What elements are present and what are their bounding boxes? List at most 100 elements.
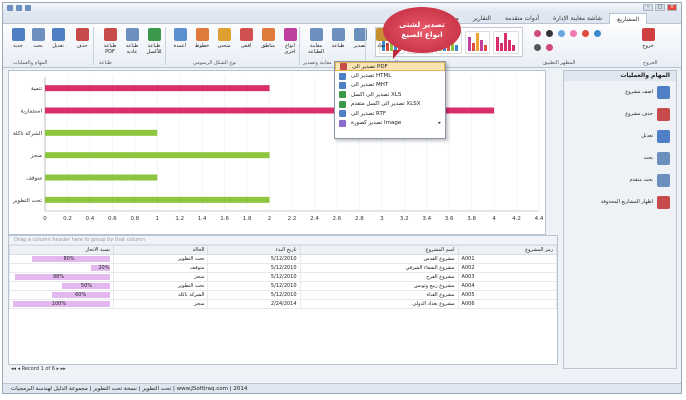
tab-1[interactable]: التقارير: [466, 13, 498, 24]
progress-value: 80%: [63, 256, 75, 262]
ribbon-button-icon: [261, 28, 275, 41]
save-icon[interactable]: [16, 5, 22, 11]
category-label: استثمارية: [21, 109, 43, 115]
task-item-3[interactable]: بحث: [564, 147, 676, 169]
export-menu-label: تصدير الى MHT: [351, 82, 389, 89]
progress-bar: 100%: [13, 301, 110, 307]
ribbon-button-12[interactable]: انواع اخرى: [279, 28, 301, 55]
ribbon-button-8[interactable]: خطوط: [191, 28, 213, 49]
x-tick-label: 1.2: [175, 216, 184, 222]
export-menu: تصدير الى PDF تصدير الى HTML تصدير الى MHT…: [334, 61, 446, 139]
export-menu-item-3[interactable]: تصدير الى اكسل XLS: [335, 90, 445, 99]
ribbon-button-icon: [195, 28, 209, 41]
grid-pager[interactable]: ◂◂ ◂ Record 1 of 6 ▸ ▸▸: [11, 366, 66, 372]
x-tick-label: 4.4: [535, 216, 544, 222]
x-tick-label: 0.8: [130, 216, 139, 222]
app-menu-icon[interactable]: [7, 5, 13, 11]
export-menu-item-2[interactable]: تصدير الى MHT: [335, 81, 445, 90]
table-row[interactable]: A003 مشروع الفرح 5/12/2010 منجز 98%: [9, 272, 558, 282]
task-item-0[interactable]: اضف مشروع: [564, 81, 676, 103]
ribbon-button-7[interactable]: اعمدة: [169, 28, 191, 49]
table-cell: 5/12/2010: [207, 263, 301, 273]
column-header[interactable]: الحالة: [112, 245, 209, 255]
task-item-2[interactable]: تعديل: [564, 125, 676, 147]
ribbon-button-label: تعديل: [52, 43, 64, 49]
task-label: اظهار المشاريع المحذوفة: [600, 199, 653, 205]
ribbon-button-15[interactable]: تصدير: [349, 28, 371, 49]
ribbon-button-2[interactable]: تعديل: [47, 28, 69, 49]
callout-bubble: تصدير لشتى انواع الصيغ: [383, 7, 461, 59]
export-menu-item-4[interactable]: تصدير الى اكسل متقدم XLSX: [335, 100, 445, 109]
gallery-item[interactable]: [493, 31, 519, 54]
tab-3[interactable]: شاشة معاينة الإدارة: [546, 13, 609, 24]
ribbon-button-4[interactable]: طباعة PDF: [99, 28, 121, 55]
window-controls: – □ ×: [643, 4, 677, 11]
task-item-4[interactable]: بحث متقدم: [564, 169, 676, 191]
table-row[interactable]: A002 مشروع الشفاء الشرقي 5/12/2010 متوقف 20%: [9, 263, 558, 273]
ribbon-button-label: حذف: [76, 43, 88, 49]
task-item-5[interactable]: اظهار المشاريع المحذوفة: [564, 191, 676, 213]
exit-button[interactable]: خروج: [637, 28, 659, 49]
export-menu-item-5[interactable]: تصدير الى RTF: [335, 109, 445, 118]
ribbon-button-9[interactable]: منحنى: [213, 28, 235, 49]
table-row[interactable]: A001 مشروع القدس 5/12/2010 تحت التطوير 80%: [9, 254, 558, 264]
ribbon-tabs: مساعدةالتقاريرأدوات متقدمةشاشة معاينة ال…: [3, 13, 681, 24]
ribbon-button-1[interactable]: بحث: [27, 28, 49, 49]
export-menu-item-0[interactable]: تصدير الى PDF: [335, 62, 445, 72]
ribbon-button-0[interactable]: جديد: [7, 28, 29, 49]
table-cell: 5/12/2010: [207, 290, 301, 300]
ribbon-button-6[interactable]: طباعة للأكسل: [143, 28, 165, 55]
maximize-button[interactable]: □: [655, 4, 665, 11]
task-icon: [657, 151, 670, 165]
gallery-bar: [471, 43, 475, 51]
bar-2: [45, 129, 158, 136]
ribbon-button-label: جديد: [13, 43, 23, 49]
gallery-item[interactable]: [464, 31, 491, 54]
table-cell: تحت التطوير: [112, 281, 209, 291]
column-header[interactable]: نسبة الانجاز: [9, 245, 114, 255]
bar-4: [45, 174, 158, 181]
ribbon-separator: [365, 27, 366, 65]
minimize-button[interactable]: –: [643, 4, 653, 11]
ribbon-button-label: معاينة الطباعة: [308, 43, 324, 55]
task-label: حذف مشروع: [625, 111, 653, 117]
progress-value: 20%: [98, 265, 110, 271]
table-cell: 98%: [9, 272, 114, 282]
data-grid: Drag a column header here to group by th…: [8, 235, 558, 365]
progress-value: 98%: [52, 274, 65, 280]
bar-3: [45, 152, 270, 159]
tab-2[interactable]: أدوات متقدمة: [498, 13, 546, 24]
export-menu-label: تصدير الى اكسل XLS: [351, 91, 402, 98]
table-cell: 5/12/2010: [207, 254, 301, 264]
table-cell: 5/12/2010: [207, 272, 301, 282]
task-item-1[interactable]: حذف مشروع: [564, 103, 676, 125]
ribbon-button-label: خطوط: [194, 43, 210, 49]
export-menu-item-1[interactable]: تصدير الى HTML: [335, 71, 445, 80]
column-header[interactable]: تاريخ البدء: [207, 245, 301, 255]
ribbon-separator: [93, 27, 94, 65]
ribbon-group-label: الخروج: [643, 60, 658, 66]
table-row[interactable]: A006 مشروع بغداد الدولي 2/24/2014 منجز 100%: [9, 299, 558, 309]
theme-swatches[interactable]: [531, 27, 611, 57]
ribbon-button-icon: [331, 28, 345, 41]
close-button[interactable]: ×: [667, 4, 677, 11]
table-cell: 5/12/2010: [207, 281, 301, 291]
ribbon-button-10[interactable]: افقي: [235, 28, 257, 49]
group-panel[interactable]: Drag a column header here to group by th…: [9, 236, 557, 245]
table-row[interactable]: A004 مشروع ربيع وتونس 5/12/2010 تحت التطوير…: [9, 281, 558, 291]
ribbon-separator: [165, 27, 166, 65]
ribbon-button-5[interactable]: طباعة عادية: [121, 28, 143, 55]
ribbon-button-11[interactable]: مناطق: [257, 28, 279, 49]
tab-4[interactable]: المشاريع: [609, 13, 647, 24]
ribbon-button-icon: [125, 28, 139, 41]
x-tick-label: 2.2: [288, 216, 297, 222]
table-row[interactable]: A005 مشروع القناة 5/12/2010 الشركة ناكلة 60%: [9, 290, 558, 300]
column-header[interactable]: رمز المشروع: [457, 245, 558, 255]
ribbon-button-14[interactable]: طباعة: [327, 28, 349, 49]
export-menu-item-6[interactable]: تصدير كصورة Image ▸: [335, 118, 445, 127]
progress-bar: 50%: [61, 283, 110, 289]
ribbon-button-13[interactable]: معاينة الطباعة: [305, 28, 327, 55]
ribbon-button-3[interactable]: حذف: [71, 28, 93, 49]
column-header[interactable]: اسم المشروع: [299, 245, 459, 255]
undo-icon[interactable]: [25, 5, 31, 11]
